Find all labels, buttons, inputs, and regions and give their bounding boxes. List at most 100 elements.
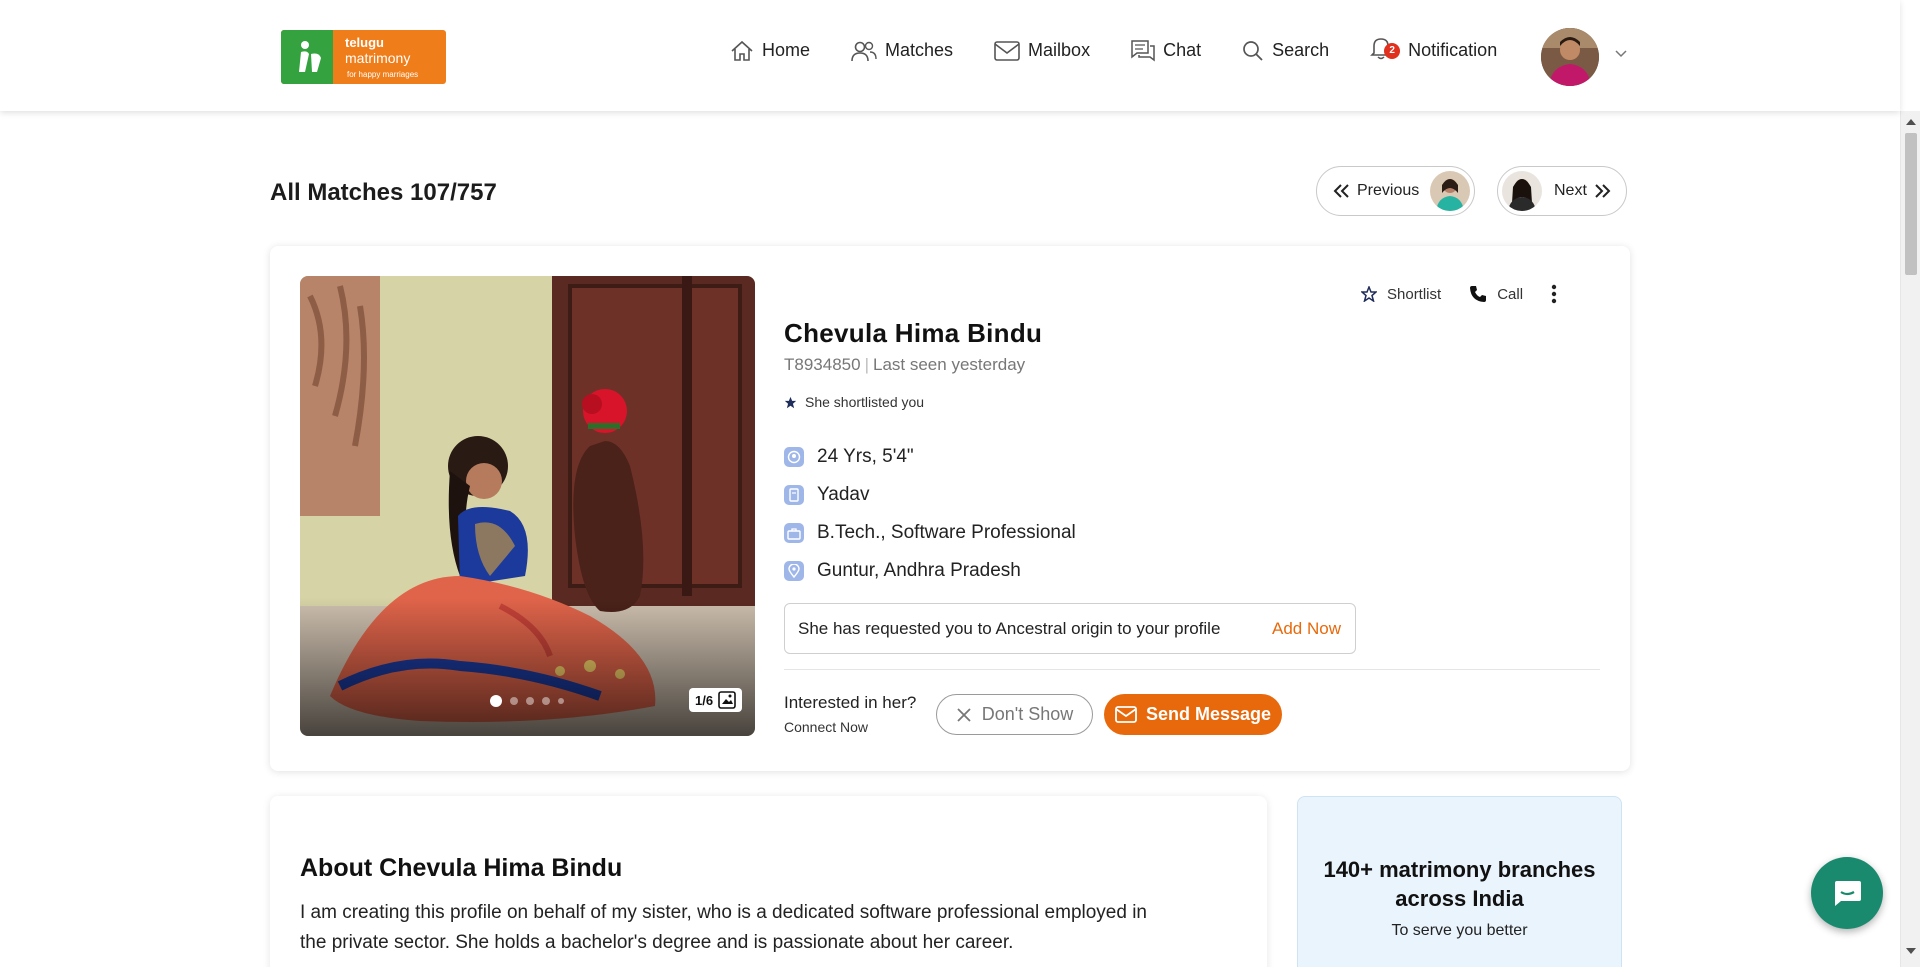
shortlisted-note: She shortlisted you [784, 394, 924, 410]
mail-icon [1115, 706, 1137, 723]
nav-search-label: Search [1272, 40, 1330, 60]
location-icon [784, 561, 804, 581]
users-icon [851, 41, 877, 61]
fact-age-text: 24 Yrs, 5'4" [817, 446, 914, 467]
user-avatar[interactable] [1541, 28, 1599, 86]
education-icon [784, 523, 804, 543]
chat-bubble-icon [1835, 881, 1861, 906]
main-nav: Home Matches Mailbox Chat Search 2 Notif… [730, 36, 1538, 65]
nav-matches[interactable]: Matches [851, 40, 953, 62]
nav-home[interactable]: Home [730, 40, 810, 62]
age-icon [784, 447, 804, 467]
call-label: Call [1497, 285, 1524, 303]
next-profile-button[interactable]: Next [1497, 166, 1627, 216]
carousel-dot[interactable] [510, 697, 518, 705]
scroll-down-arrow[interactable] [1906, 948, 1916, 954]
more-options-button[interactable] [1551, 284, 1567, 304]
scroll-thumb[interactable] [1905, 133, 1917, 275]
send-message-label: Send Message [1145, 704, 1272, 724]
interest-question: Interested in her? [784, 693, 917, 712]
about-section: About Chevula Hima Bindu I am creating t… [270, 796, 1267, 967]
branches-promo: 140+ matrimony branches across India To … [1297, 796, 1622, 967]
call-button[interactable]: Call [1469, 285, 1523, 303]
gallery-icon [718, 691, 736, 709]
bell-wrapper: 2 [1370, 36, 1401, 65]
branches-title: 140+ matrimony branches across India [1323, 857, 1596, 911]
photo-counter-badge[interactable]: 1/6 [689, 688, 743, 712]
branches-subtitle: To serve you better [1391, 922, 1528, 939]
next-thumb-photo [1502, 171, 1542, 211]
close-icon [957, 707, 971, 722]
shortlist-button[interactable]: Shortlist [1361, 286, 1441, 303]
fact-location: Guntur, Andhra Pradesh [784, 552, 1076, 590]
star-filled-icon [784, 396, 797, 408]
request-text: She has requested you to Ancestral origi… [798, 618, 1221, 638]
send-message-button[interactable]: Send Message [1104, 694, 1282, 735]
profile-actions: Shortlist Call [1361, 284, 1595, 304]
previous-profile-button[interactable]: Previous [1316, 166, 1475, 216]
home-icon [731, 40, 753, 61]
shortlist-label: Shortlist [1387, 285, 1442, 303]
search-icon [1243, 40, 1263, 61]
more-vertical-icon [1551, 284, 1557, 304]
fact-age-height: 24 Yrs, 5'4" [784, 438, 1076, 476]
top-header: telugu matrimony for happy marriages Hom… [0, 0, 1900, 111]
nav-notification[interactable]: 2 Notification [1370, 36, 1497, 65]
about-title: About Chevula Hima Bindu [300, 854, 623, 882]
previous-thumb-photo [1430, 171, 1470, 211]
page-title: All Matches 107/757 [270, 179, 497, 206]
profile-meta: T8934850 | Last seen yesterday [784, 355, 1025, 375]
shortlisted-text: She shortlisted you [805, 394, 925, 410]
logo-text-matrimony: matrimony [345, 50, 411, 66]
phone-icon [1470, 286, 1487, 302]
telugu-matrimony-logo[interactable]: telugu matrimony for happy marriages [281, 30, 446, 84]
nav-home-label: Home [762, 40, 811, 60]
fact-caste-text: Yadav [817, 484, 870, 505]
fact-education: B.Tech., Software Professional [784, 514, 1076, 552]
photo-carousel-dots [490, 695, 572, 707]
previous-profile-thumb [1430, 171, 1470, 211]
profile-photo[interactable]: 1/6 [300, 276, 755, 736]
double-chevron-left-icon [1333, 184, 1349, 198]
connect-now-text: Connect Now [784, 719, 869, 735]
chevron-down-icon[interactable] [1614, 49, 1628, 59]
profile-id: T8934850 [784, 355, 861, 374]
profile-card: 1/6 Shortlist Call Chevula Hima Bindu T8… [270, 246, 1630, 771]
nav-search[interactable]: Search [1242, 40, 1329, 62]
profile-photo-image [300, 276, 755, 736]
fact-education-text: B.Tech., Software Professional [817, 522, 1076, 543]
interest-prompt: Interested in her? Connect Now [784, 693, 916, 735]
scroll-up-arrow[interactable] [1906, 119, 1916, 125]
carousel-dot-active[interactable] [490, 695, 502, 707]
fact-location-text: Guntur, Andhra Pradesh [817, 560, 1021, 581]
nav-mailbox[interactable]: Mailbox [994, 40, 1090, 61]
last-seen: Last seen yesterday [873, 355, 1026, 374]
nav-matches-label: Matches [885, 40, 954, 60]
chat-support-button[interactable] [1811, 857, 1883, 929]
next-profile-thumb [1502, 171, 1542, 211]
dont-show-button[interactable]: Don't Show [936, 694, 1093, 735]
photo-counter: 1/6 [695, 692, 714, 708]
notification-badge: 2 [1384, 43, 1401, 59]
mail-icon [994, 40, 1020, 61]
logo-text-telugu: telugu [345, 35, 384, 50]
carousel-dot[interactable] [542, 697, 550, 705]
profile-name: Chevula Hima Bindu [784, 318, 1043, 348]
caste-icon [784, 485, 804, 505]
chat-icon [1131, 39, 1155, 61]
user-avatar-photo [1541, 28, 1599, 86]
nav-chat-label: Chat [1163, 40, 1202, 60]
carousel-dot[interactable] [558, 698, 564, 704]
carousel-dot[interactable] [526, 697, 534, 705]
nav-chat[interactable]: Chat [1131, 39, 1202, 62]
star-outline-icon [1361, 286, 1377, 302]
add-now-link[interactable]: Add Now [1272, 619, 1341, 639]
page-scrollbar[interactable] [1900, 111, 1920, 967]
nav-mailbox-label: Mailbox [1028, 40, 1091, 60]
meta-separator: | [864, 355, 869, 374]
logo-figure-icon [299, 41, 321, 72]
nav-notification-label: Notification [1408, 40, 1498, 60]
profile-facts: 24 Yrs, 5'4" Yadav B.Tech., Software Pro… [784, 438, 1076, 590]
fact-caste: Yadav [784, 476, 1076, 514]
previous-label: Previous [1357, 182, 1420, 199]
